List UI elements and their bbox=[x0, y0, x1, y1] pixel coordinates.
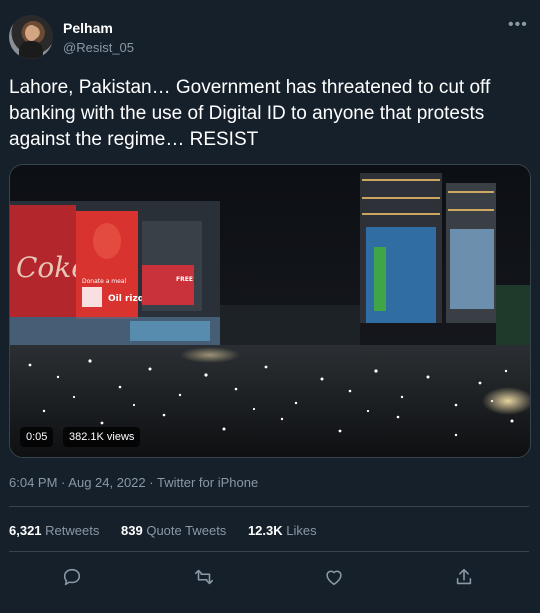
quotes-label: Quote Tweets bbox=[146, 523, 227, 538]
likes-stat[interactable]: 12.3K Likes bbox=[248, 523, 317, 538]
blue-sign bbox=[130, 321, 210, 341]
qr-code bbox=[82, 287, 102, 307]
tweet-source[interactable]: Twitter for iPhone bbox=[157, 475, 258, 490]
tweet-meta: 6:04 PM · Aug 24, 2022 · Twitter for iPh… bbox=[9, 475, 258, 490]
meta-separator-2: · bbox=[149, 475, 154, 490]
likes-label: Likes bbox=[286, 523, 317, 538]
heart-icon[interactable] bbox=[323, 566, 345, 588]
right-billboard bbox=[450, 229, 494, 309]
video-views: 382.1K views bbox=[63, 427, 141, 447]
tweet-date[interactable]: Aug 24, 2022 bbox=[68, 475, 145, 490]
free-billboard bbox=[142, 265, 194, 305]
retweets-stat[interactable]: 6,321 Retweets bbox=[9, 523, 99, 538]
billboard-text-free: FREE bbox=[176, 276, 193, 283]
avatar-shirt bbox=[19, 41, 43, 59]
retweets-label: Retweets bbox=[45, 523, 100, 538]
avatar-face bbox=[25, 25, 38, 41]
video-duration: 0:05 bbox=[20, 427, 54, 447]
avatar[interactable] bbox=[9, 15, 53, 59]
tweet: Pelham @Resist_05 ••• Lahore, Pakistan… … bbox=[0, 0, 540, 613]
quotes-stat[interactable]: 839 Quote Tweets bbox=[121, 523, 226, 538]
tweet-stats: 6,321 Retweets 839 Quote Tweets 12.3K Li… bbox=[9, 523, 335, 538]
meta-separator-1: · bbox=[61, 475, 66, 490]
retweets-count: 6,321 bbox=[9, 523, 42, 538]
tweet-text: Lahore, Pakistan… Government has threate… bbox=[9, 77, 491, 150]
quotes-count: 839 bbox=[121, 523, 143, 538]
action-bar bbox=[9, 560, 529, 594]
author-handle[interactable]: @Resist_05 bbox=[63, 40, 134, 55]
divider-bottom bbox=[9, 551, 529, 552]
billboard-text-rizq: Oil rizq bbox=[108, 294, 144, 304]
video-frame: Coke Donate a meal Oil rizq FREE bbox=[10, 165, 530, 457]
divider-top bbox=[9, 506, 529, 507]
billboard-text-donate: Donate a meal bbox=[82, 278, 127, 285]
likes-count: 12.3K bbox=[247, 523, 283, 538]
retweet-icon[interactable] bbox=[193, 566, 215, 588]
video-player[interactable]: Coke Donate a meal Oil rizq FREE 0:05 38… bbox=[9, 164, 531, 458]
more-horizontal-icon[interactable]: ••• bbox=[508, 17, 530, 33]
reply-icon[interactable] bbox=[61, 566, 83, 588]
author-name[interactable]: Pelham bbox=[63, 20, 113, 36]
tweet-time[interactable]: 6:04 PM bbox=[9, 475, 57, 490]
billboard-emblem bbox=[93, 223, 121, 259]
share-icon[interactable] bbox=[453, 566, 475, 588]
billboard-green-stripe bbox=[374, 247, 386, 311]
street-glow-2 bbox=[180, 347, 240, 363]
